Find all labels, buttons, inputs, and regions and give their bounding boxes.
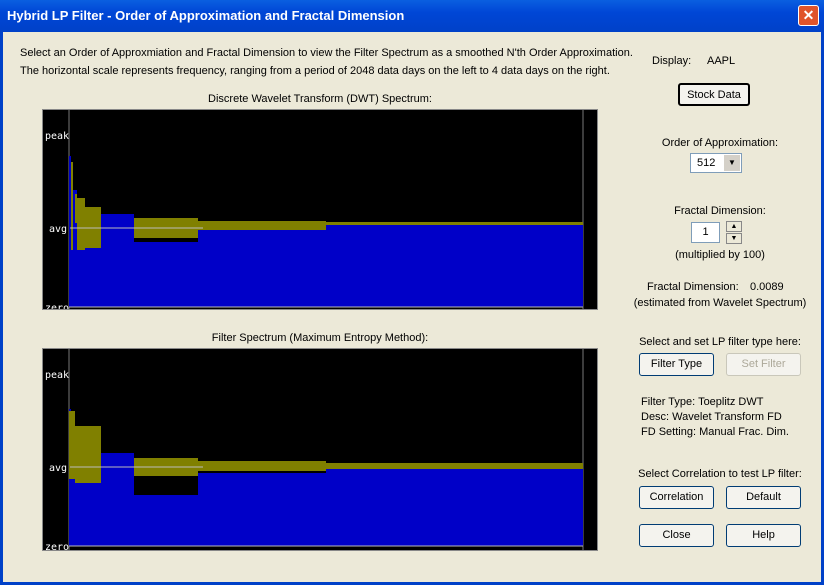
axis-label-zero: zero	[45, 303, 69, 309]
gap-band	[134, 476, 198, 495]
filter-spectrum-panel: peak avg zero	[42, 348, 598, 553]
axis-label-zero: zero	[45, 542, 69, 550]
fd-note: (multiplied by 100)	[675, 249, 765, 261]
variance-band	[326, 463, 583, 469]
axis-label-peak: peak	[45, 370, 69, 381]
filter-type-info: Filter Type: Toeplitz DWT	[641, 396, 764, 408]
gap-band	[134, 238, 198, 242]
filter-type-button[interactable]: Filter Type	[639, 353, 714, 376]
variance-band	[69, 411, 75, 479]
title-bar: Hybrid LP Filter - Order of Approximatio…	[0, 0, 824, 32]
variance-band	[198, 221, 326, 230]
lp-prompt: Select and set LP filter type here:	[639, 336, 801, 348]
correlation-button[interactable]: Correlation	[639, 486, 714, 509]
filter-spectrum-plot: peak avg zero	[45, 349, 584, 553]
spectrum-bar	[134, 242, 198, 307]
axis-label-avg: avg	[49, 224, 67, 235]
spin-up-icon[interactable]: ▲	[726, 221, 742, 232]
help-button[interactable]: Help	[726, 524, 801, 547]
set-filter-button[interactable]: Set Filter	[726, 353, 801, 376]
variance-band	[71, 162, 73, 250]
order-select[interactable]: 512 ▼	[690, 153, 742, 173]
variance-band	[326, 222, 583, 225]
variance-band	[75, 194, 77, 223]
filter-title: Filter Spectrum (Maximum Entropy Method)…	[211, 332, 429, 344]
fd-setting-info: FD Setting: Manual Frac. Dim.	[641, 426, 789, 438]
fd-input[interactable]: 1	[691, 222, 720, 243]
corr-prompt: Select Correlation to test LP filter:	[638, 468, 802, 480]
window-title: Hybrid LP Filter - Order of Approximatio…	[7, 8, 405, 23]
spectrum-bar	[198, 230, 326, 307]
spectrum-bar	[134, 495, 198, 546]
desc-info: Desc: Wavelet Transform FD	[641, 411, 782, 423]
instruction-line-1: Select an Order of Approxmiation and Fra…	[20, 47, 633, 59]
fd-est-label: Fractal Dimension:	[647, 281, 739, 293]
order-value: 512	[697, 157, 716, 169]
dwt-spectrum-panel: peak avg zero	[42, 109, 598, 314]
chevron-down-icon[interactable]: ▼	[724, 155, 740, 171]
fd-est-note: (estimated from Wavelet Spectrum)	[633, 297, 807, 309]
axis-label-peak: peak	[45, 131, 69, 142]
spectrum-bar	[326, 469, 583, 546]
dwt-spectrum-plot: peak avg zero	[45, 110, 584, 314]
variance-band	[77, 198, 85, 250]
variance-band	[75, 426, 101, 483]
spin-down-icon[interactable]: ▼	[726, 233, 742, 244]
variance-band	[198, 461, 326, 471]
dwt-title: Discrete Wavelet Transform (DWT) Spectru…	[208, 93, 432, 105]
instructions: Select an Order of Approxmiation and Fra…	[20, 44, 633, 80]
spectrum-bar	[198, 473, 326, 546]
spectrum-bar	[69, 156, 71, 307]
display-label: Display:	[652, 55, 692, 67]
instruction-line-2: The horizontal scale represents frequenc…	[20, 65, 610, 77]
default-button[interactable]: Default	[726, 486, 801, 509]
fd-label: Fractal Dimension:	[674, 205, 766, 217]
order-label: Order of Approximation:	[661, 137, 779, 149]
close-button[interactable]: Close	[639, 524, 714, 547]
display-value: AAPL	[707, 55, 736, 67]
stock-data-button[interactable]: Stock Data	[678, 83, 750, 106]
spectrum-bar	[326, 224, 583, 307]
axis-label-avg: avg	[49, 463, 67, 474]
fd-est-value: 0.0089	[750, 281, 784, 293]
close-window-button[interactable]: ✕	[798, 5, 819, 26]
